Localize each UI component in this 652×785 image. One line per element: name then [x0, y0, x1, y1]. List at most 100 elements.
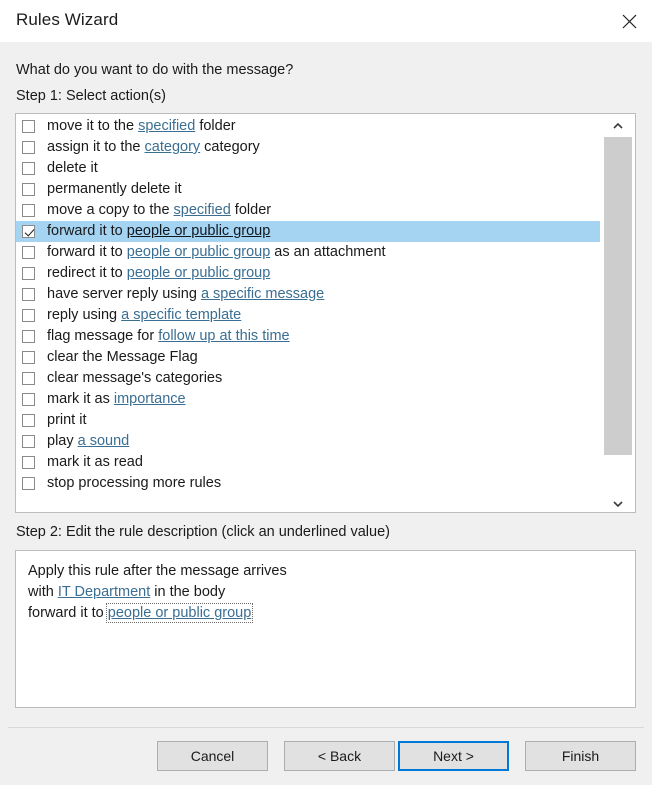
- close-button[interactable]: [606, 0, 652, 42]
- step2-label: Step 2: Edit the rule description (click…: [16, 524, 390, 540]
- action-label: print it: [47, 412, 87, 429]
- action-checkbox[interactable]: [22, 246, 35, 259]
- static-text: permanently delete it: [47, 181, 182, 197]
- action-row[interactable]: redirect it to people or public group: [16, 263, 601, 284]
- static-text: stop processing more rules: [47, 475, 222, 491]
- action-row[interactable]: print it: [16, 410, 601, 431]
- actions-listbox[interactable]: move it to the specified folder assign it…: [15, 113, 636, 513]
- action-label: mark it as read: [47, 454, 143, 471]
- cancel-button[interactable]: Cancel: [157, 741, 268, 771]
- value-link[interactable]: specified: [174, 202, 231, 218]
- scrollbar-track[interactable]: [601, 134, 635, 492]
- value-link[interactable]: people or public group: [105, 603, 254, 623]
- description-line: Apply this rule after the message arrive…: [28, 561, 623, 582]
- static-text: in the body: [150, 584, 226, 600]
- action-row[interactable]: mark it as importance: [16, 389, 601, 410]
- value-link[interactable]: category: [145, 139, 201, 155]
- action-row[interactable]: clear the Message Flag: [16, 347, 601, 368]
- action-checkbox[interactable]: [22, 330, 35, 343]
- action-label: mark it as importance: [47, 391, 186, 408]
- action-checkbox[interactable]: [22, 456, 35, 469]
- action-checkbox[interactable]: [22, 414, 35, 427]
- action-checkbox[interactable]: [22, 351, 35, 364]
- static-text: mark it as: [47, 391, 114, 407]
- scroll-up-button[interactable]: [601, 114, 635, 134]
- action-checkbox[interactable]: [22, 435, 35, 448]
- action-row[interactable]: assign it to the category category: [16, 137, 601, 158]
- footer-separator: [8, 727, 644, 728]
- action-label: flag message for follow up at this time: [47, 328, 290, 345]
- static-text: folder: [230, 202, 272, 218]
- action-checkbox[interactable]: [22, 204, 35, 217]
- action-row[interactable]: forward it to people or public group as …: [16, 242, 601, 263]
- rule-description-box[interactable]: Apply this rule after the message arrive…: [15, 550, 636, 708]
- scrollbar-thumb[interactable]: [604, 137, 632, 455]
- finish-button[interactable]: Finish: [525, 741, 636, 771]
- action-label: move a copy to the specified folder: [47, 202, 271, 219]
- static-text: assign it to the: [47, 139, 145, 155]
- static-text: mark it as read: [47, 454, 143, 470]
- static-text: Apply this rule after the message arrive…: [28, 563, 287, 579]
- action-checkbox[interactable]: [22, 309, 35, 322]
- static-text: play: [47, 433, 78, 449]
- static-text: print it: [47, 412, 87, 428]
- step1-label: Step 1: Select action(s): [16, 88, 166, 104]
- action-row[interactable]: forward it to people or public group: [16, 221, 601, 242]
- action-label: forward it to people or public group: [47, 223, 270, 240]
- action-row[interactable]: move a copy to the specified folder: [16, 200, 601, 221]
- action-checkbox[interactable]: [22, 183, 35, 196]
- action-label: stop processing more rules: [47, 475, 221, 492]
- action-row[interactable]: mark it as read: [16, 452, 601, 473]
- action-label: delete it: [47, 160, 98, 177]
- action-checkbox[interactable]: [22, 267, 35, 280]
- value-link[interactable]: follow up at this time: [158, 328, 289, 344]
- static-text: with: [28, 584, 58, 600]
- action-label: forward it to people or public group as …: [47, 244, 386, 261]
- actions-scrollbar[interactable]: [600, 114, 635, 512]
- static-text: forward it to: [47, 223, 127, 239]
- action-checkbox[interactable]: [22, 372, 35, 385]
- scroll-down-button[interactable]: [601, 492, 635, 512]
- static-text: have server reply using: [47, 286, 201, 302]
- value-link[interactable]: specified: [138, 118, 195, 134]
- value-link[interactable]: importance: [114, 391, 186, 407]
- prompt-text: What do you want to do with the message?: [16, 62, 294, 78]
- value-link[interactable]: IT Department: [58, 584, 150, 600]
- action-row[interactable]: have server reply using a specific messa…: [16, 284, 601, 305]
- description-line: forward it to people or public group: [28, 603, 623, 624]
- value-link[interactable]: a sound: [78, 433, 130, 449]
- action-checkbox[interactable]: [22, 288, 35, 301]
- static-text: forward it to: [28, 605, 108, 621]
- action-row[interactable]: reply using a specific template: [16, 305, 601, 326]
- static-text: move a copy to the: [47, 202, 174, 218]
- dialog-body: What do you want to do with the message?…: [0, 42, 652, 785]
- value-link[interactable]: a specific message: [201, 286, 324, 302]
- action-label: move it to the specified folder: [47, 118, 236, 135]
- action-label: play a sound: [47, 433, 129, 450]
- action-row[interactable]: move it to the specified folder: [16, 116, 601, 137]
- action-row[interactable]: clear message's categories: [16, 368, 601, 389]
- action-checkbox[interactable]: [22, 141, 35, 154]
- static-text: flag message for: [47, 328, 159, 344]
- action-checkbox[interactable]: [22, 162, 35, 175]
- value-link[interactable]: people or public group: [127, 223, 271, 239]
- action-row[interactable]: delete it: [16, 158, 601, 179]
- action-row[interactable]: flag message for follow up at this time: [16, 326, 601, 347]
- action-row[interactable]: play a sound: [16, 431, 601, 452]
- value-link[interactable]: people or public group: [127, 265, 271, 281]
- rule-description-lines: Apply this rule after the message arrive…: [28, 561, 623, 624]
- action-label: reply using a specific template: [47, 307, 241, 324]
- back-button[interactable]: < Back: [284, 741, 395, 771]
- action-row[interactable]: permanently delete it: [16, 179, 601, 200]
- action-checkbox[interactable]: [22, 120, 35, 133]
- action-checkbox[interactable]: [22, 225, 35, 238]
- next-button[interactable]: Next >: [398, 741, 509, 771]
- action-row[interactable]: stop processing more rules: [16, 473, 601, 494]
- value-link[interactable]: people or public group: [127, 244, 271, 260]
- action-checkbox[interactable]: [22, 477, 35, 490]
- value-link[interactable]: a specific template: [121, 307, 241, 323]
- action-label: redirect it to people or public group: [47, 265, 270, 282]
- static-text: redirect it to: [47, 265, 127, 281]
- window-title: Rules Wizard: [16, 10, 119, 29]
- action-checkbox[interactable]: [22, 393, 35, 406]
